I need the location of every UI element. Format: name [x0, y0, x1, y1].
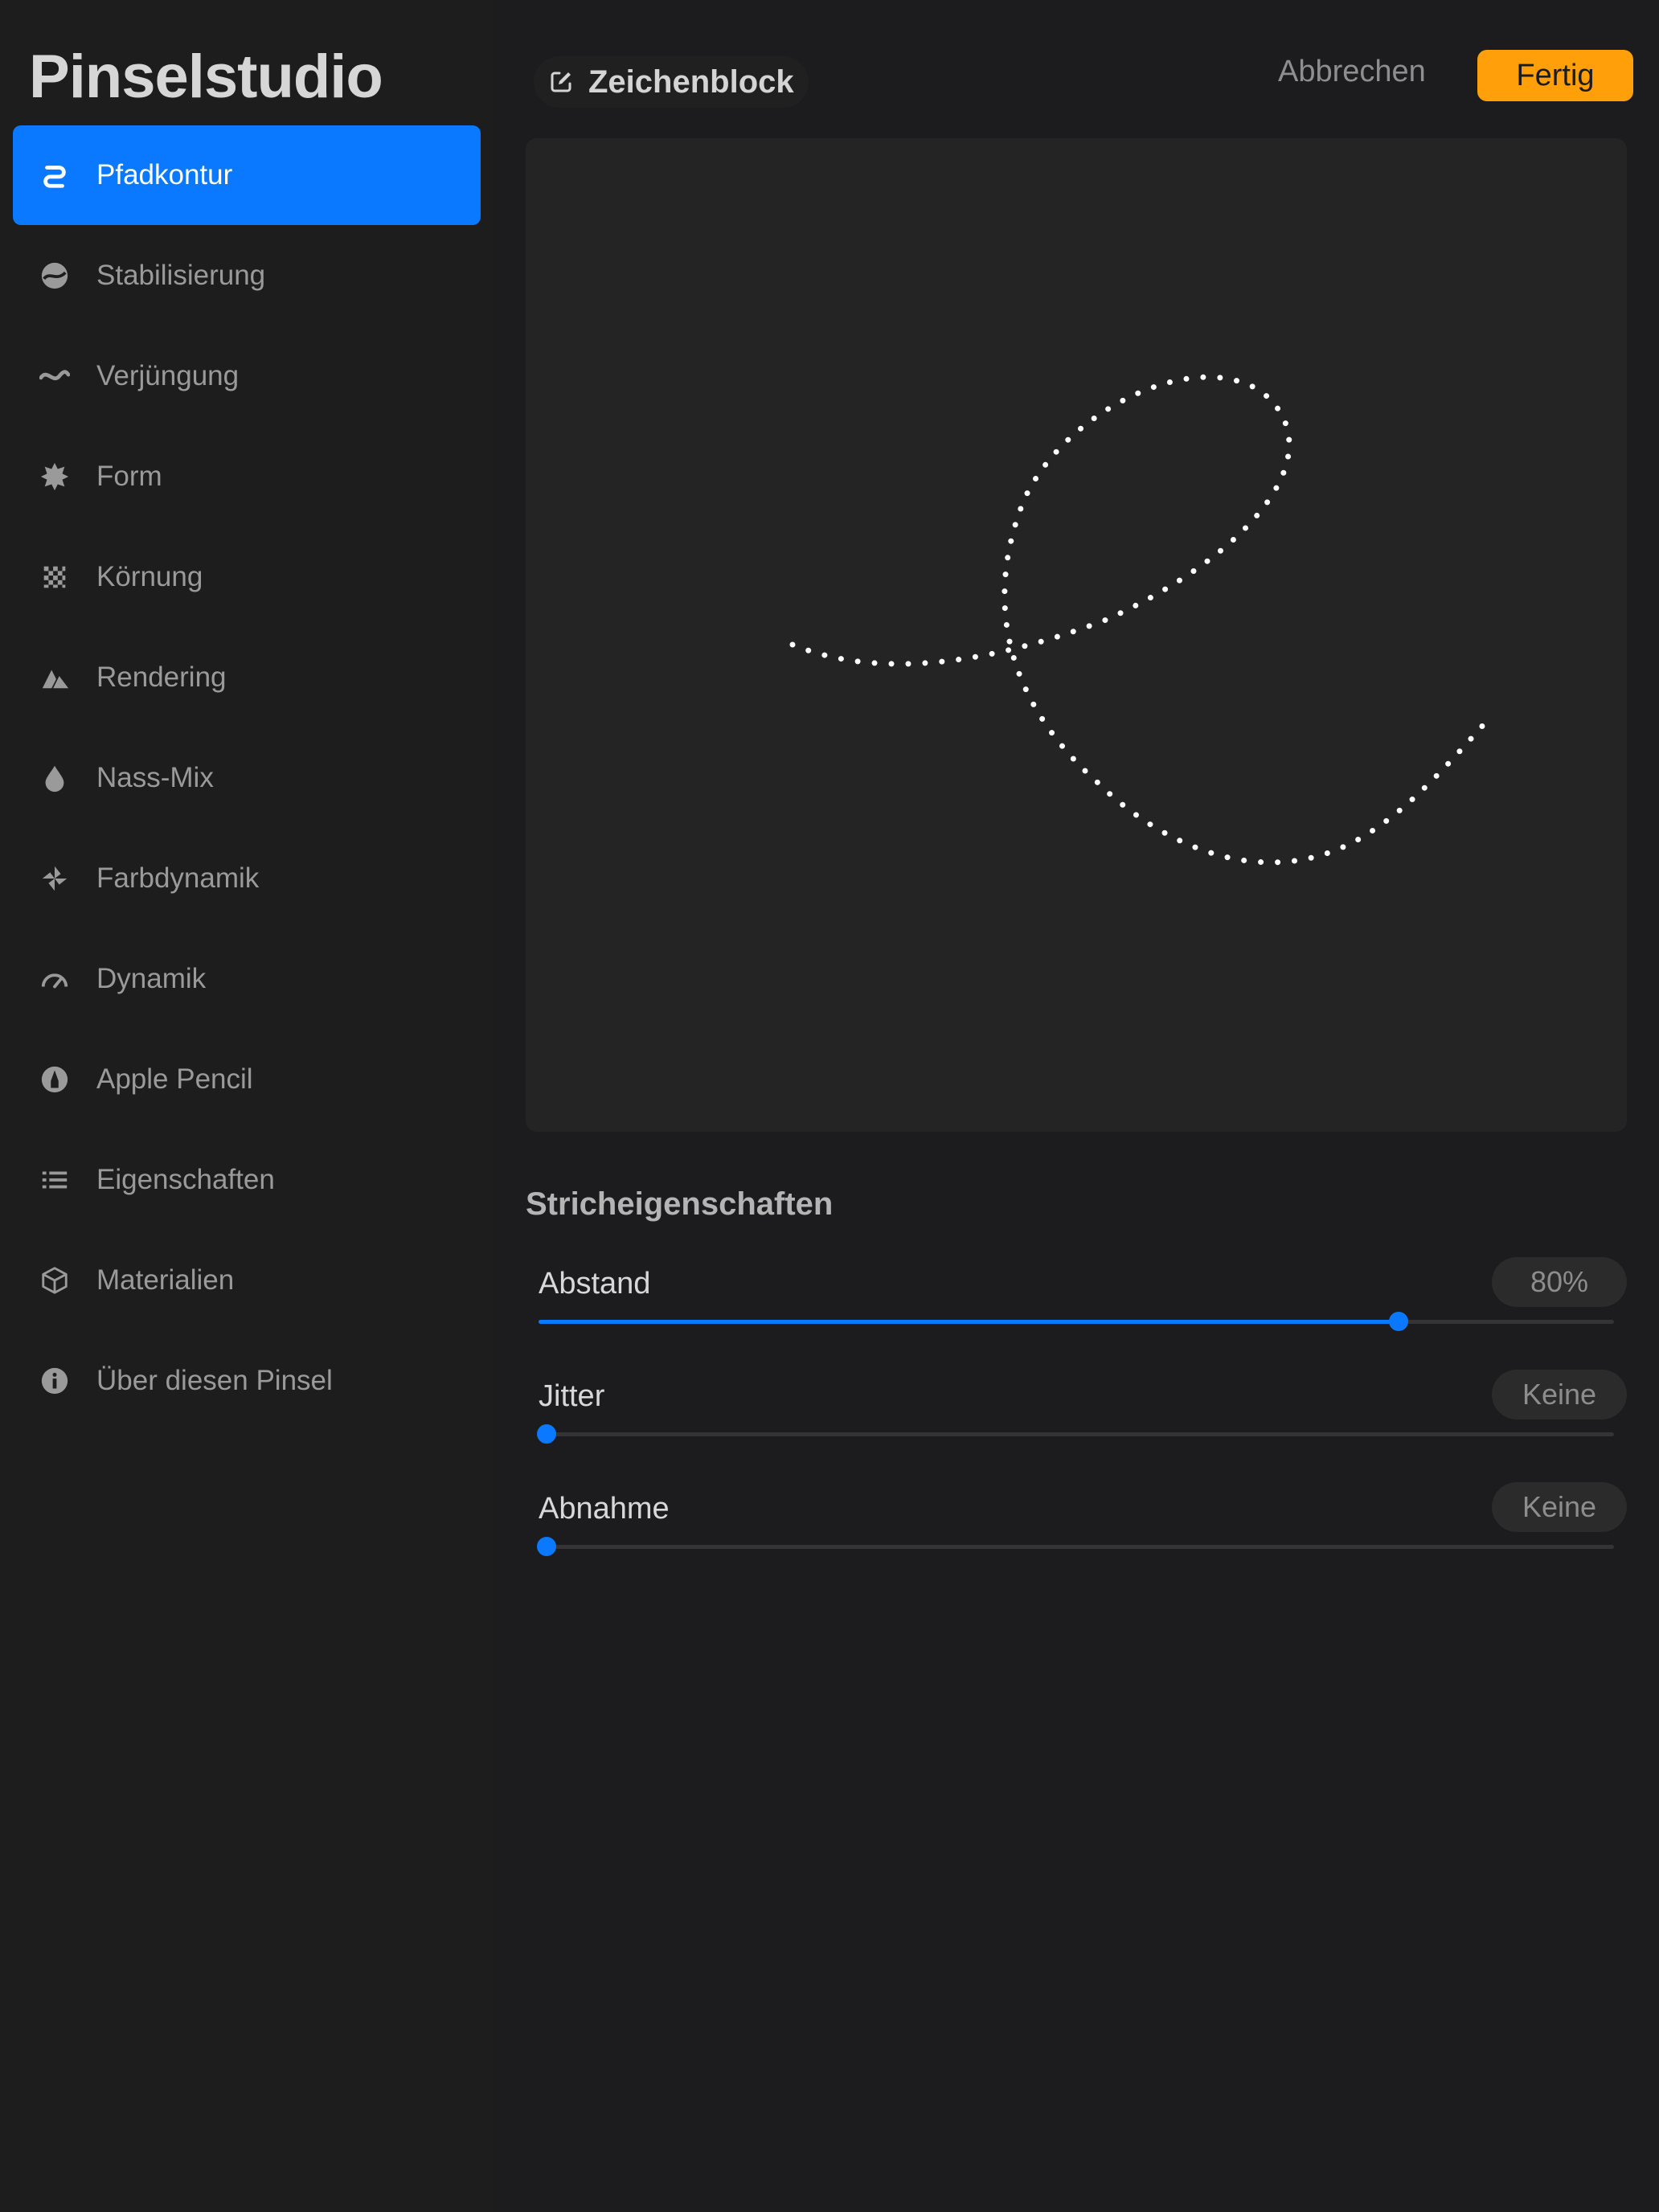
stabilization-icon	[37, 258, 72, 293]
dynamics-icon	[37, 961, 72, 997]
sidebar-item-label: Apple Pencil	[96, 1063, 253, 1095]
sidebar-item-label: Rendering	[96, 662, 227, 693]
spacing-slider-row: Abstand 80%	[526, 1257, 1627, 1363]
sidebar-item-label: Nass-Mix	[96, 762, 214, 793]
falloff-slider-row: Abnahme Keine	[526, 1482, 1627, 1588]
taper-icon	[37, 358, 72, 394]
falloff-slider[interactable]	[537, 1537, 1614, 1556]
apple-pencil-icon	[37, 1062, 72, 1097]
sidebar-item-rendering[interactable]: Rendering	[13, 628, 481, 727]
sidebar-item-taper[interactable]: Verjüngung	[13, 326, 481, 426]
sidebar-item-shape[interactable]: Form	[13, 427, 481, 526]
cancel-button[interactable]: Abbrechen	[1278, 55, 1426, 89]
stroke-preview	[789, 374, 1493, 866]
drawing-pad-button[interactable]: Zeichenblock	[534, 56, 809, 108]
drawing-pad-label: Zeichenblock	[588, 63, 794, 100]
jitter-slider-row: Jitter Keine	[526, 1370, 1627, 1476]
info-icon	[37, 1363, 72, 1399]
jitter-value-badge[interactable]: Keine	[1492, 1370, 1627, 1419]
sidebar-item-wet-mix[interactable]: Nass-Mix	[13, 728, 481, 828]
rendering-icon	[37, 660, 72, 695]
sidebar-item-label: Körnung	[96, 561, 203, 592]
edit-icon	[551, 72, 571, 92]
falloff-value-badge[interactable]: Keine	[1492, 1482, 1627, 1532]
spacing-value-badge[interactable]: 80%	[1492, 1257, 1627, 1307]
sidebar-item-about-brush[interactable]: Über diesen Pinsel	[13, 1331, 481, 1431]
sidebar-item-label: Eigenschaften	[96, 1164, 275, 1195]
spacing-slider-thumb[interactable]	[1389, 1312, 1409, 1331]
jitter-label: Jitter	[539, 1379, 605, 1413]
spacing-label: Abstand	[539, 1267, 651, 1301]
sidebar-item-label: Farbdynamik	[96, 862, 260, 894]
sidebar-item-grain[interactable]: Körnung	[13, 527, 481, 627]
color-dynamics-icon	[37, 861, 72, 896]
sidebar-item-dynamics[interactable]: Dynamik	[13, 929, 481, 1029]
sidebar: Pinselstudio Pfadkontur Stabilisierung V…	[0, 0, 494, 2212]
shape-icon	[37, 459, 72, 494]
sidebar-item-properties[interactable]: Eigenschaften	[13, 1130, 481, 1230]
sidebar-item-label: Dynamik	[96, 963, 207, 994]
sidebar-nav: Pfadkontur Stabilisierung Verjüngung For…	[13, 125, 481, 1432]
spacing-slider[interactable]	[539, 1312, 1614, 1331]
jitter-slider[interactable]	[537, 1424, 1614, 1444]
drawing-pad-canvas[interactable]	[526, 138, 1627, 1132]
sidebar-item-label: Materialien	[96, 1264, 235, 1296]
stroke-path-icon	[37, 158, 72, 193]
sidebar-item-label: Pfadkontur	[96, 159, 233, 190]
materials-icon	[37, 1263, 72, 1298]
sidebar-item-label: Stabilisierung	[96, 260, 266, 291]
sidebar-item-label: Verjüngung	[96, 360, 240, 391]
done-button[interactable]: Fertig	[1477, 50, 1633, 101]
falloff-label: Abnahme	[539, 1492, 670, 1526]
spacing-slider-fill	[539, 1320, 1399, 1324]
sidebar-item-stroke-path[interactable]: Pfadkontur	[13, 125, 481, 225]
sidebar-item-apple-pencil[interactable]: Apple Pencil	[13, 1030, 481, 1129]
app-title: Pinselstudio	[29, 43, 383, 111]
sidebar-item-label: Über diesen Pinsel	[96, 1365, 333, 1396]
jitter-slider-thumb[interactable]	[537, 1424, 556, 1444]
sidebar-item-label: Form	[96, 461, 162, 492]
wet-mix-icon	[37, 760, 72, 796]
falloff-slider-thumb[interactable]	[537, 1537, 556, 1556]
sidebar-item-stabilization[interactable]: Stabilisierung	[13, 226, 481, 326]
sidebar-item-color-dynamics[interactable]: Farbdynamik	[13, 829, 481, 928]
grain-icon	[37, 559, 72, 595]
stroke-properties-title: Stricheigenschaften	[526, 1186, 834, 1222]
sidebar-item-materials[interactable]: Materialien	[13, 1231, 481, 1330]
properties-icon	[37, 1162, 72, 1198]
